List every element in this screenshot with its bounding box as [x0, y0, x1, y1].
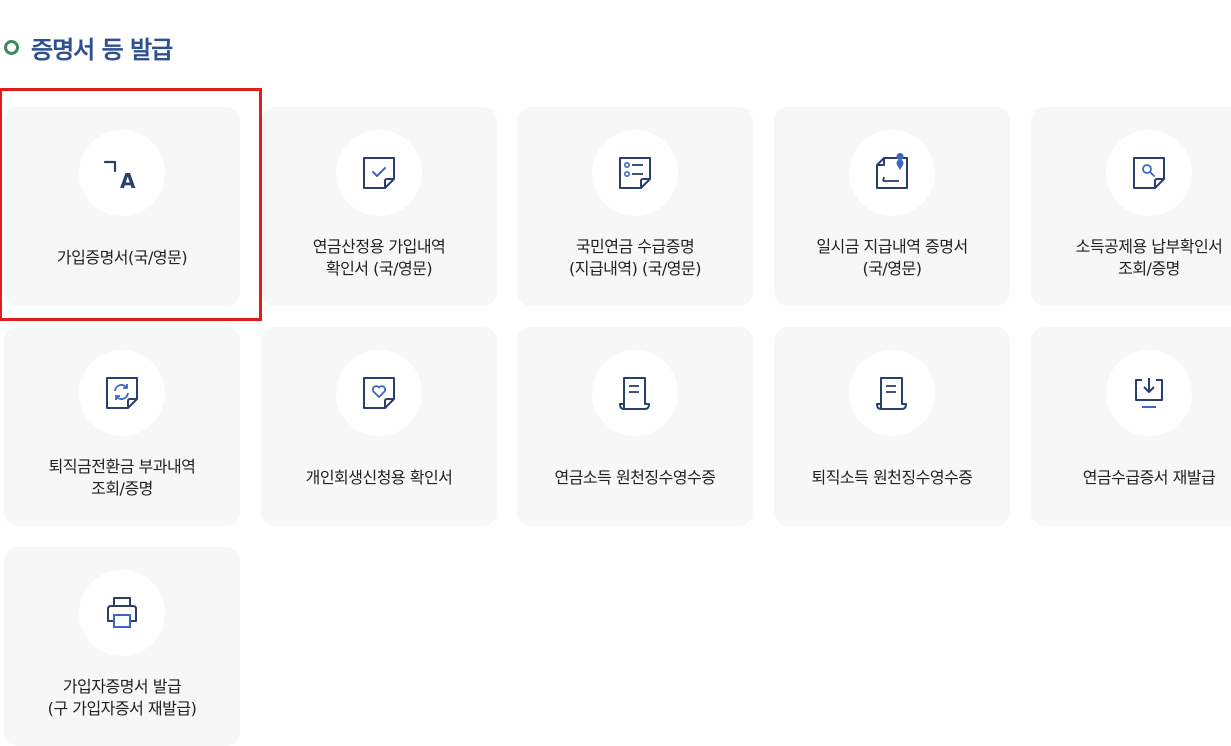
card-enrollment-history[interactable]: 연금산정용 가입내역 확인서 (국/영문): [261, 107, 497, 306]
document-list-icon: [592, 130, 678, 216]
card-label: 가입자증명서 발급 (구 가입자증서 재발급): [47, 677, 197, 718]
section-title: 증명서 등 발급: [4, 30, 173, 64]
card-membership-certificate[interactable]: A 가입증명서(국/영문): [4, 107, 240, 306]
section-title-text: 증명서 등 발급: [31, 35, 173, 64]
card-label: 퇴직금전환금 부과내역 조회/증명: [48, 457, 196, 498]
card-label: 일시금 지급내역 증명서 (국/영문): [816, 237, 968, 278]
document-refresh-icon: [79, 350, 165, 436]
card-label: 연금수급증서 재발급: [1082, 468, 1216, 487]
card-tax-deduction[interactable]: 소득공제용 납부확인서 조회/증명: [1031, 107, 1231, 306]
card-label: 연금소득 원천징수영수증: [554, 468, 716, 487]
document-heart-icon: [336, 350, 422, 436]
document-search-icon: [1106, 130, 1192, 216]
card-pension-withholding[interactable]: 연금소득 원천징수영수증: [517, 327, 753, 526]
card-label: 연금산정용 가입내역 확인서 (국/영문): [312, 237, 446, 278]
card-retirement-conversion[interactable]: 퇴직금전환금 부과내역 조회/증명: [4, 327, 240, 526]
card-label: 퇴직소득 원천징수영수증: [811, 468, 973, 487]
receipt-icon: [849, 350, 935, 436]
document-check-icon: [336, 130, 422, 216]
card-certificate-reissue[interactable]: 연금수급증서 재발급: [1031, 327, 1231, 526]
document-pin-icon: [849, 130, 935, 216]
printer-icon: [79, 570, 165, 656]
card-label: 가입증명서(국/영문): [56, 248, 188, 267]
receipt-icon: [592, 350, 678, 436]
card-member-certificate-issue[interactable]: 가입자증명서 발급 (구 가입자증서 재발급): [4, 547, 240, 746]
card-lump-sum[interactable]: 일시금 지급내역 증명서 (국/영문): [774, 107, 1010, 306]
card-label: 국민연금 수급증명 (지급내역) (국/영문): [569, 237, 702, 278]
card-pension-receipt[interactable]: 국민연금 수급증명 (지급내역) (국/영문): [517, 107, 753, 306]
card-label: 개인회생신청용 확인서: [305, 468, 453, 487]
download-tray-icon: [1106, 350, 1192, 436]
card-rehabilitation[interactable]: 개인회생신청용 확인서: [261, 327, 497, 526]
svg-text:A: A: [120, 169, 136, 193]
card-label: 소득공제용 납부확인서 조회/증명: [1075, 237, 1223, 278]
translate-icon: A: [79, 130, 165, 216]
card-retirement-withholding[interactable]: 퇴직소득 원천징수영수증: [774, 327, 1010, 526]
title-bullet-icon: [4, 39, 19, 55]
